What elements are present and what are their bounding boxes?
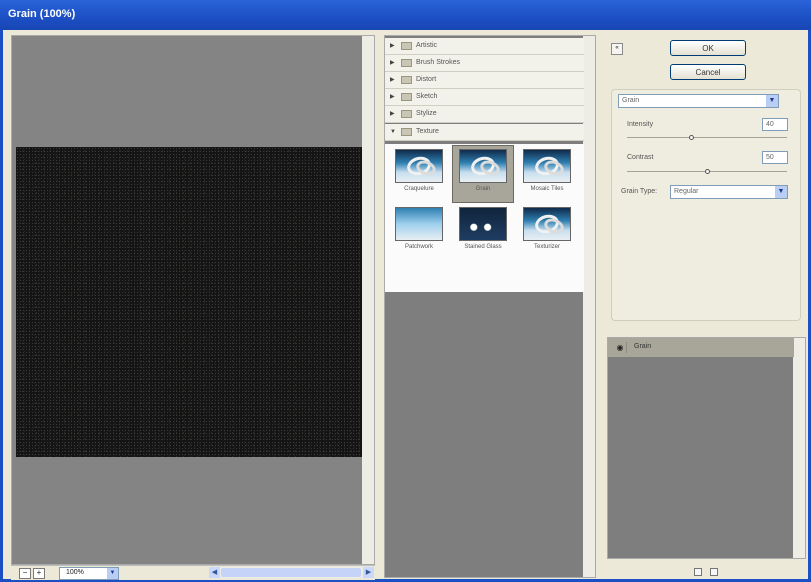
grain-type-select[interactable]: Regular ▼ <box>670 185 788 199</box>
filter-thumb-craquelure[interactable]: Craquelure <box>389 146 449 202</box>
filter-thumb-mosaic-tiles[interactable]: Mosaic Tiles <box>517 146 577 202</box>
zoom-in-button[interactable]: + <box>33 568 45 579</box>
filter-select[interactable]: Grain ▼ <box>618 94 779 108</box>
window-title: Grain (100%) <box>0 0 811 30</box>
scroll-thumb[interactable] <box>221 568 361 577</box>
intensity-label: Intensity <box>627 121 654 128</box>
preview-vertical-scrollbar[interactable] <box>362 36 374 564</box>
filter-thumb-grain[interactable]: Grain <box>452 145 514 203</box>
filter-gallery: ▶ Artistic ▶ Brush Strokes ▶ Distort ▶ S… <box>384 35 596 578</box>
effect-layer-row[interactable]: ◉ Grain <box>608 338 794 357</box>
scroll-left-icon[interactable]: ◀ <box>209 567 220 578</box>
thumbnail-image <box>459 207 507 241</box>
chevron-down-icon[interactable]: ▼ <box>107 568 118 579</box>
grain-type-label: Grain Type: <box>621 188 658 195</box>
folder-icon <box>401 42 412 50</box>
thumbnail-image <box>459 149 507 183</box>
cancel-button[interactable]: Cancel <box>670 64 746 80</box>
category-texture[interactable]: ▼ Texture <box>385 124 584 141</box>
filter-thumb-patchwork[interactable]: Patchwork <box>389 204 449 260</box>
category-label: Stylize <box>416 110 437 117</box>
category-stylize[interactable]: ▶ Stylize <box>385 106 584 123</box>
chevron-down-icon[interactable]: ▼ <box>766 95 778 107</box>
category-label: Artistic <box>416 42 437 49</box>
category-label: Texture <box>416 128 439 135</box>
folder-icon <box>401 76 412 84</box>
texture-thumbnails: Craquelure Grain Mosaic Tiles Patchwork … <box>385 144 584 292</box>
contrast-field[interactable]: 50 <box>762 151 788 164</box>
thumbnail-image <box>395 207 443 241</box>
effect-layers-panel: ◉ Grain <box>607 337 806 559</box>
category-label: Sketch <box>416 93 438 100</box>
chevron-down-icon[interactable]: ▼ <box>775 186 787 198</box>
folder-icon <box>401 110 412 118</box>
filter-select-value: Grain <box>622 97 640 104</box>
expand-triangle-icon[interactable]: ▶ <box>390 55 395 71</box>
filter-thumb-stained-glass[interactable]: Stained Glass <box>453 204 513 260</box>
zoom-value: 100% <box>66 569 84 576</box>
collapse-triangle-icon[interactable]: ▼ <box>390 124 396 140</box>
thumb-caption: Grain <box>475 186 491 192</box>
folder-icon <box>401 93 412 101</box>
thumb-caption: Texturizer <box>533 244 560 250</box>
preview-statusbar: − + 100% ▼ ◀ ▶ <box>11 565 375 580</box>
effect-layer-name: Grain <box>634 343 652 350</box>
thumbnail-image <box>523 149 571 183</box>
expand-triangle-icon[interactable]: ▶ <box>390 106 395 122</box>
contrast-slider-knob[interactable] <box>705 169 710 174</box>
folder-icon <box>401 128 412 136</box>
intensity-slider-knob[interactable] <box>689 135 694 140</box>
new-effect-layer-icon[interactable] <box>694 568 702 576</box>
category-distort[interactable]: ▶ Distort <box>385 72 584 89</box>
thumbnail-image <box>395 149 443 183</box>
grain-type-value: Regular <box>674 188 699 195</box>
category-brush-strokes[interactable]: ▶ Brush Strokes <box>385 55 584 72</box>
eye-icon[interactable]: ◉ <box>614 342 627 353</box>
category-label: Distort <box>416 76 437 83</box>
collapse-gallery-icon[interactable]: « <box>611 43 623 55</box>
delete-effect-layer-icon[interactable] <box>710 568 718 576</box>
filter-thumb-texturizer[interactable]: Texturizer <box>517 204 577 260</box>
thumb-caption: Patchwork <box>404 244 433 250</box>
layers-vertical-scrollbar[interactable] <box>793 338 805 558</box>
thumb-caption: Stained Glass <box>464 244 502 250</box>
thumbnail-image <box>523 207 571 241</box>
thumb-caption: Mosaic Tiles <box>530 186 564 192</box>
gallery-vertical-scrollbar[interactable] <box>583 36 595 577</box>
thumb-caption: Craquelure <box>404 186 434 192</box>
ok-button[interactable]: OK <box>670 40 746 56</box>
zoom-select[interactable]: 100% ▼ <box>59 567 119 580</box>
intensity-field[interactable]: 40 <box>762 118 788 131</box>
category-sketch[interactable]: ▶ Sketch <box>385 89 584 106</box>
expand-triangle-icon[interactable]: ▶ <box>390 89 395 105</box>
folder-icon <box>401 59 412 67</box>
category-label: Brush Strokes <box>416 59 460 66</box>
settings-panel: « OK Cancel Grain ▼ Intensity 40 Contras… <box>603 35 808 328</box>
preview-horizontal-scrollbar[interactable]: ◀ ▶ <box>209 567 374 578</box>
expand-triangle-icon[interactable]: ▶ <box>390 72 395 88</box>
zoom-out-button[interactable]: − <box>19 568 31 579</box>
intensity-slider[interactable] <box>627 137 787 138</box>
scroll-right-icon[interactable]: ▶ <box>363 567 374 578</box>
contrast-label: Contrast <box>627 154 654 161</box>
expand-triangle-icon[interactable]: ▶ <box>390 38 395 54</box>
category-artistic[interactable]: ▶ Artistic <box>385 38 584 55</box>
preview-image[interactable] <box>16 147 362 457</box>
